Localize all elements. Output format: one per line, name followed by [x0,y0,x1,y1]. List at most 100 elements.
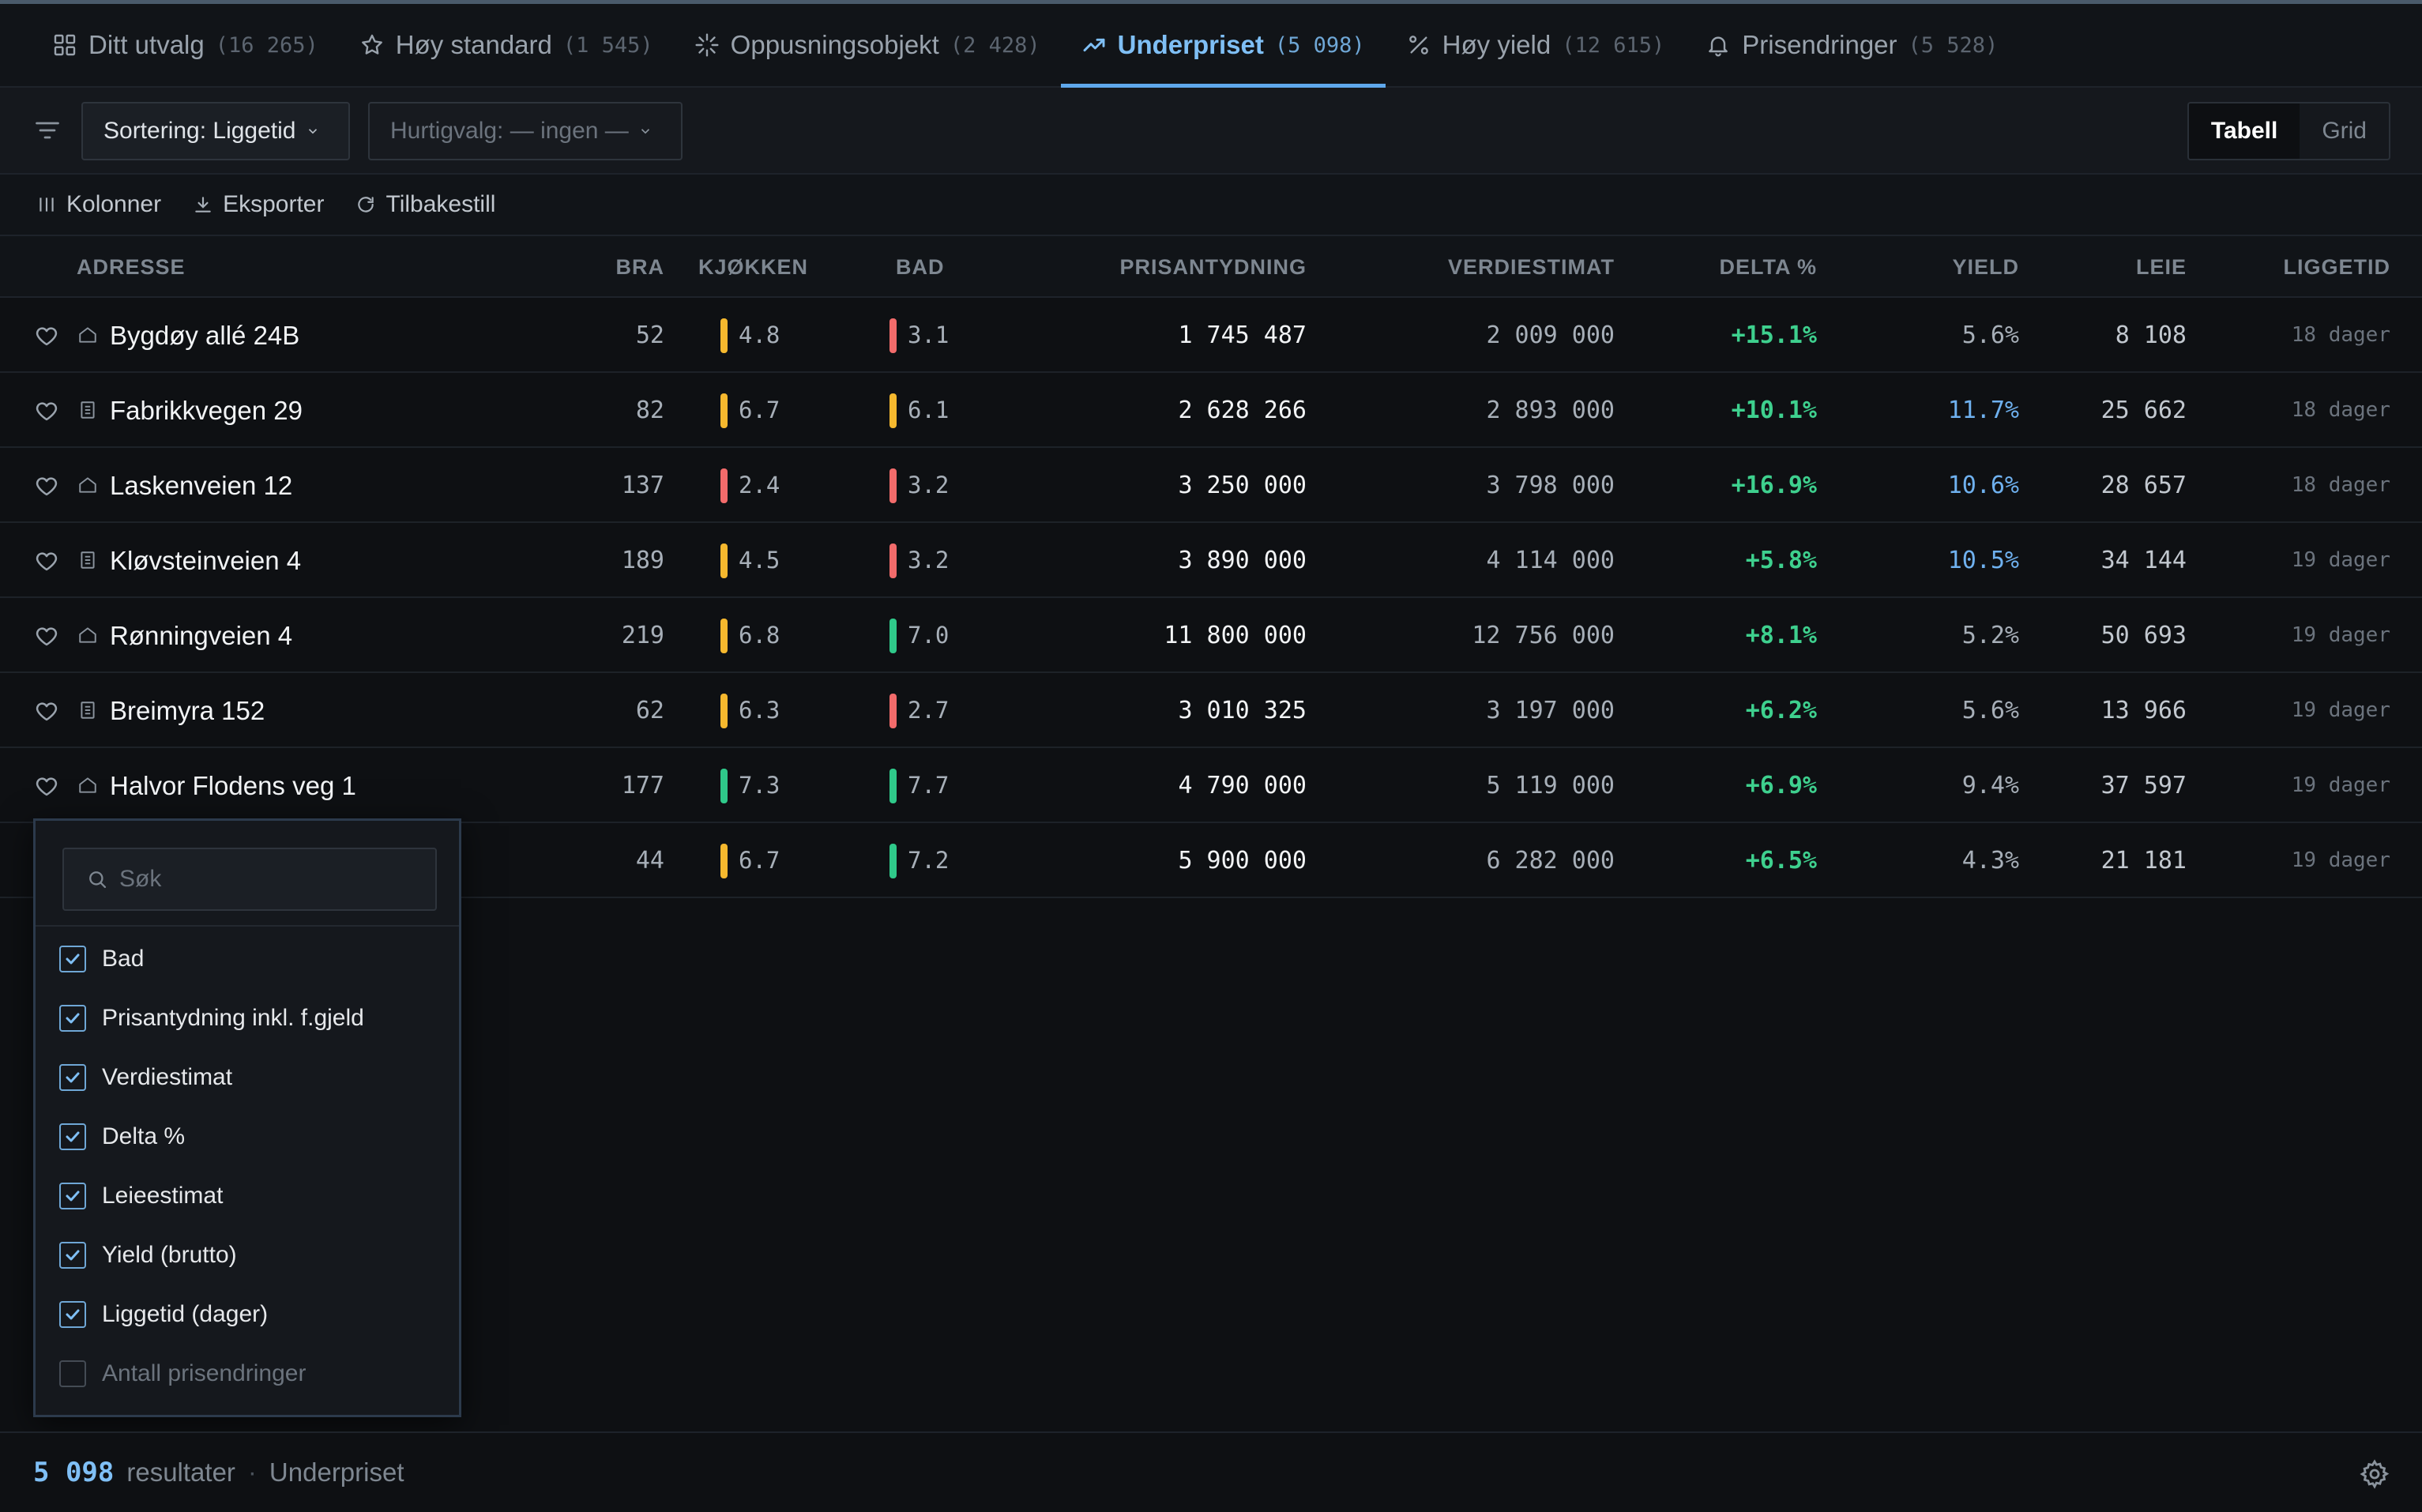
column-picker-popup: Søk Bad Prisantydning inkl. f.gjeld Verdie… [33,818,461,1417]
column-option[interactable]: Antall prisendringer [59,1344,306,1403]
tab-ditt-utvalg[interactable]: Ditt utvalg (16 265) [32,4,339,86]
checkbox[interactable] [59,1123,86,1150]
checkbox[interactable] [59,1241,86,1269]
price-cell: 3 250 000 [1178,472,1307,499]
table-row[interactable]: Halvor Flodens veg 1 177 7.3 7.7 4 790 000 5 … [0,748,2422,823]
col-header-prisantydning[interactable]: PRISANTYDNING [1119,236,1307,298]
sort-dropdown[interactable]: Sortering: Liggetid [81,102,350,160]
bra-cell: 62 [635,697,664,724]
column-option[interactable]: Leieestimat [59,1166,223,1225]
chevron-down-icon [308,129,317,134]
table-row[interactable]: Breimyra 152 62 6.3 2.7 3 010 325 3 197 000 +6… [0,673,2422,748]
table-row[interactable]: Laskenveien 12 137 2.4 3.2 3 250 000 3 798 00… [0,448,2422,523]
address-cell[interactable]: Rønningveien 4 [110,598,292,673]
address-cell[interactable]: Fabrikkvegen 29 [110,373,303,448]
favorite-heart-icon[interactable] [35,400,58,422]
bra-cell: 52 [635,322,664,349]
quick-select-dropdown[interactable]: Hurtigvalg: — ingen — [368,102,683,160]
kitchen-score-value: 4.8 [739,322,780,348]
kitchen-score-value: 6.7 [739,847,780,874]
column-option[interactable]: Liggetid (dager) [59,1284,268,1344]
tab-hoy-yield[interactable]: Høy yield (12 615) [1386,4,1686,86]
kitchen-score-bar [720,618,728,653]
checkbox[interactable] [59,1300,86,1328]
view-table-button[interactable]: Tabell [2188,103,2300,159]
tab-prisendringer[interactable]: Prisendringer (5 528) [1685,4,2018,86]
tab-oppusningsobjekt[interactable]: Oppusningsobjekt (2 428) [674,4,1061,86]
bath-score: 6.1 [889,373,949,448]
kitchen-score-bar [720,318,728,353]
table-row[interactable]: Fabrikkvegen 29 82 6.7 6.1 2 628 266 2 893 00… [0,373,2422,448]
column-option[interactable]: Yield (brutto) [59,1225,237,1284]
col-header-yield[interactable]: YIELD [1952,236,2019,298]
rent-cell: 21 181 [2100,847,2187,874]
table-row[interactable]: Rønningveien 4 219 6.8 7.0 11 800 000 12 756 … [0,598,2422,673]
favorite-heart-icon[interactable] [35,325,58,347]
gear-icon[interactable] [2359,1458,2390,1490]
filter-bar: Sortering: Liggetid Hurtigvalg: — ingen … [0,88,2422,175]
tab-count: (5 098) [1274,32,1365,58]
price-cell: 3 010 325 [1178,697,1307,724]
col-header-liggetid[interactable]: LIGGETID [2284,236,2391,298]
column-option-label: Yield (brutto) [102,1241,237,1268]
favorite-heart-icon[interactable] [35,550,58,572]
checkbox[interactable] [59,945,86,972]
estimate-cell: 3 197 000 [1486,697,1615,724]
yield-cell: 5.6% [1961,697,2019,724]
sparkle-icon [695,33,719,57]
export-button[interactable]: Eksporter [193,191,324,218]
column-option[interactable]: Bad [59,929,144,988]
house-icon [77,775,98,795]
bath-score-value: 2.7 [908,697,950,724]
table-row[interactable]: Kløvsteinveien 4 189 4.5 3.2 3 890 000 4 114 … [0,523,2422,598]
col-header-delta[interactable]: DELTA % [1720,236,1818,298]
address-cell[interactable]: Laskenveien 12 [110,448,292,523]
filter-icon[interactable] [32,116,63,145]
col-header-bra[interactable]: BRA [616,236,665,298]
kitchen-score: 6.3 [720,673,780,748]
favorite-heart-icon[interactable] [35,775,58,797]
checkbox[interactable] [59,1360,86,1387]
favorite-heart-icon[interactable] [35,625,58,647]
col-header-adresse[interactable]: ADRESSE [77,236,186,298]
kitchen-score-value: 6.8 [739,622,780,649]
checkbox[interactable] [59,1182,86,1209]
view-grid-button[interactable]: Grid [2300,103,2389,159]
column-option[interactable]: Delta % [59,1107,185,1166]
kitchen-score: 6.7 [720,823,780,898]
column-option-label: Bad [102,945,145,972]
bath-score-bar [889,618,897,653]
col-header-bad[interactable]: BAD [896,236,945,298]
bra-cell: 82 [635,397,664,424]
favorite-heart-icon[interactable] [35,700,58,722]
tab-hoy-standard[interactable]: Høy standard (1 545) [339,4,674,86]
bath-score: 3.2 [889,448,949,523]
address-cell[interactable]: Halvor Flodens veg 1 [110,748,356,823]
days-cell: 19 dager [2291,848,2390,872]
column-option[interactable]: Verdiestimat [59,1047,232,1107]
col-header-kjokken[interactable]: KJØKKEN [698,236,808,298]
estimate-cell: 12 756 000 [1472,622,1615,649]
house-icon [77,325,98,345]
columns-button[interactable]: Kolonner [36,191,161,218]
bra-cell: 219 [621,622,664,649]
column-option-label: Liggetid (dager) [102,1300,269,1327]
search-placeholder: Søk [119,866,162,892]
checkbox[interactable] [59,1063,86,1091]
favorite-heart-icon[interactable] [35,475,58,497]
address-cell[interactable]: Breimyra 152 [110,673,265,748]
address-cell[interactable]: Kløvsteinveien 4 [110,523,301,598]
tab-label: Prisendringer [1742,30,1897,59]
tab-underpriset[interactable]: Underpriset (5 098) [1060,4,1386,88]
checkbox[interactable] [59,1004,86,1032]
bath-score-bar [889,318,897,353]
address-cell[interactable]: Bygdøy allé 24B [110,298,299,373]
reset-button[interactable]: Tilbakestill [355,191,495,218]
days-cell: 18 dager [2291,473,2390,497]
col-header-leie[interactable]: LEIE [2136,236,2187,298]
column-option[interactable]: Prisantydning inkl. f.gjeld [59,988,364,1047]
column-search-input[interactable]: Søk [62,848,437,911]
col-header-verdiestimat[interactable]: VERDIESTIMAT [1448,236,1615,298]
price-cell: 4 790 000 [1178,772,1307,799]
table-row[interactable]: Bygdøy allé 24B 52 4.8 3.1 1 745 487 2 009 00… [0,298,2422,373]
